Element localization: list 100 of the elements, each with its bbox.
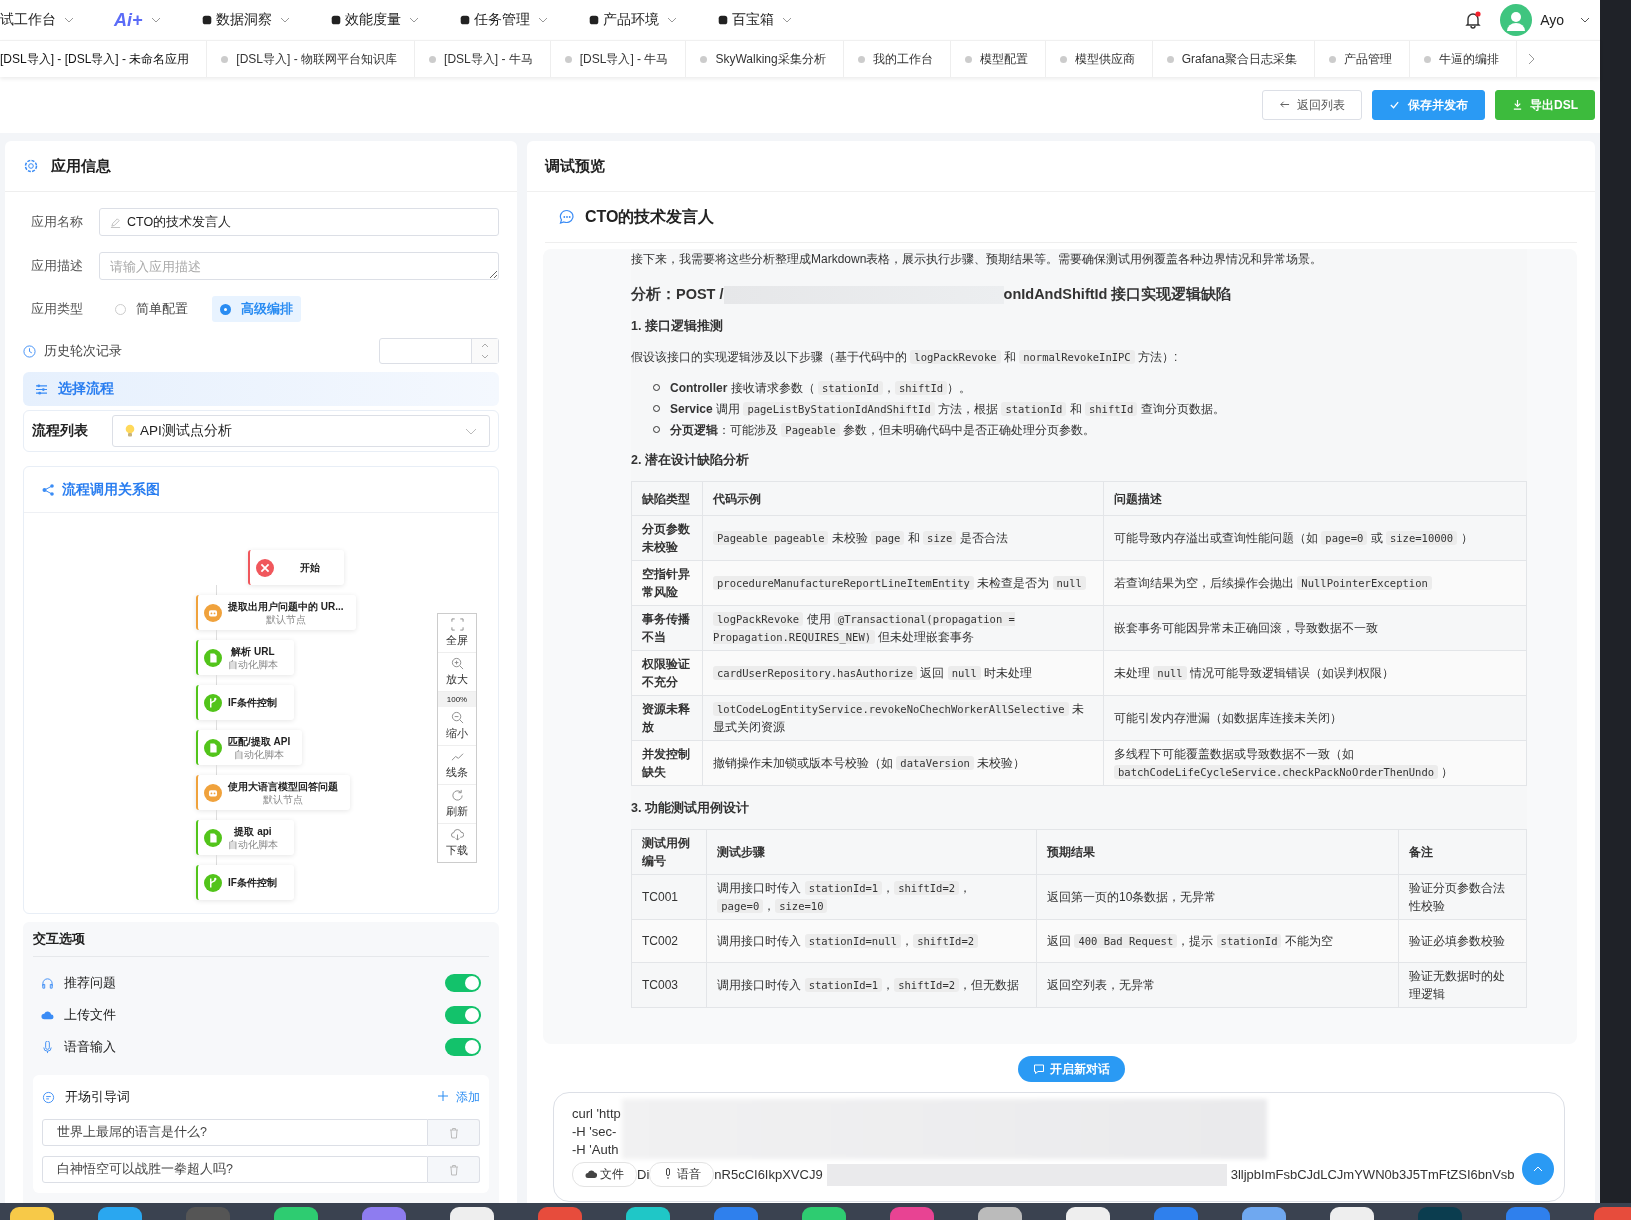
table-cell: 返回第一页的10条数据，无异常 (1036, 874, 1399, 920)
add-link[interactable]: 添加 (438, 1088, 480, 1106)
toggle-switch[interactable] (445, 1038, 481, 1056)
table-cell: cardUserRepository.hasAuthorize 返回 null 时未处理 (702, 650, 1104, 696)
flow-node[interactable]: IF条件控制 (196, 865, 294, 900)
radio-option[interactable]: 简单配置 (107, 296, 196, 322)
nav-menu-item[interactable]: 效能度量 (329, 11, 401, 29)
toggle-switch[interactable] (445, 974, 481, 992)
line-chart-icon (450, 750, 464, 763)
page-tab[interactable]: [DSL导入] - [DSL导入] - 未命名应用 (0, 41, 208, 77)
table-cell: logPackRevoke 使用 @Transactional(propagation = Propagation.REQUIRES_NEW) 但未处理嵌套事务 (702, 605, 1104, 651)
table-cell: 验证分页参数合法性校验 (1398, 874, 1527, 920)
menu-icon (329, 14, 342, 26)
section-title: 选择流程 (58, 380, 114, 398)
table-cell: 嵌套事务可能因异常未正确回滚，导致数据不一致 (1103, 605, 1527, 651)
cloud-download-icon (450, 828, 464, 841)
table-cell: 调用接口时传入 stationId=null ， shiftId=2 (706, 919, 1037, 963)
table-cell: 调用接口时传入 stationId=1 ， shiftId=2 ，但无数据 (706, 962, 1037, 1008)
node-subtitle: 自动化脚本 (228, 659, 278, 670)
chat-input[interactable]: curl 'http -H 'sec- -H 'Auth 文件 Di 语音 nR5cCI6IkpXVCJ9 3lljpbImFsbCJdLCJmYWN0b3J5TmFtZSI6bnVsb (553, 1092, 1565, 1202)
input-text: Di (637, 1165, 650, 1184)
column-header: 预期结果 (1036, 829, 1399, 875)
node-title: 使用大语言模型回答问题 (228, 780, 338, 794)
message-heading: 1. 接口逻辑推测 (631, 318, 724, 335)
message-heading: 2. 潜在设计缺陷分析 (631, 452, 750, 469)
robot-icon (204, 783, 222, 802)
script-icon (204, 648, 222, 667)
table-cell: 可能导致内存溢出或查询性能问题（如 page=0 或 size=10000 ） (1103, 515, 1527, 561)
node-subtitle: 自动化脚本 (228, 839, 278, 850)
branch-icon (204, 693, 222, 712)
node-title: 解析 URL (231, 645, 275, 659)
trash-icon (447, 1126, 460, 1139)
node-title: 提取 api (234, 825, 272, 839)
table-cell: 多线程下可能覆盖数据或导致数据不一致（如 batchCodeLifeCycleService.checkPackNoOrderThenUndo ） (1103, 740, 1527, 786)
logo[interactable]: Ai+ (114, 9, 143, 31)
opener-field[interactable]: 白神悟空可以战胜一拳超人吗? (42, 1156, 428, 1183)
graph-title: 流程调用关系图 (62, 480, 160, 499)
flow-node[interactable]: 提取出用户问题中的 UR... 默认节点 (196, 595, 356, 630)
table-cell: procedureManufactureReportLineItemEntity 未检查是否为 null (702, 560, 1104, 606)
chevron-up-icon[interactable] (480, 342, 490, 348)
robot-icon (204, 603, 222, 622)
plus-icon (438, 1090, 448, 1101)
input-text: 3lljpbImFsbCJdLCJmYWN0b3J5TmFtZSI6bnVsb (1230, 1165, 1515, 1184)
message-text: 接下来，我需要将这些分析整理成Markdown表格，展示执行步骤、预期结果等。需要确保测试用例覆盖各种边界情况和异常场景。 (631, 251, 1324, 268)
option-label: 推荐问题 (64, 974, 116, 992)
avatar[interactable] (1500, 4, 1533, 36)
list-item: 分页逻辑：可能涉及 Pageable 参数，但未明确代码中是否正确处理分页参数。 (670, 421, 1096, 439)
sliders-icon (35, 383, 48, 395)
number-field[interactable] (379, 338, 499, 364)
chat-icon (1032, 1062, 1045, 1075)
table-cell: lotCodeLogEntityService.revokeNoChechWorkerAllSelective 未显式关闭资源 (702, 695, 1104, 741)
nav-menu-item[interactable]: 任务管理 (458, 11, 530, 29)
node-title: 匹配/提取 API (228, 735, 291, 749)
nav-menu-item[interactable]: 百宝箱 (716, 11, 774, 29)
headset-icon (41, 976, 54, 990)
flow-node[interactable]: 提取 api 自动化脚本 (196, 820, 294, 855)
flow-node[interactable]: IF条件控制 (196, 685, 294, 720)
message-heading: 分析：POST / (631, 285, 724, 304)
column-header: 问题描述 (1103, 481, 1527, 516)
table-cell: 若查询结果为空，后续操作会抛出 NullPointerException (1103, 560, 1527, 606)
column-header: 代码示例 (702, 481, 1104, 516)
chat-title: CTO的技术发言人 (585, 206, 715, 227)
table-cell: 验证必填参数校验 (1398, 919, 1527, 963)
node-subtitle: 自动化脚本 (234, 749, 285, 760)
chevron-right-icon[interactable] (1527, 53, 1536, 65)
flow-node[interactable]: 使用大语言模型回答问题 默认节点 (196, 775, 350, 810)
chat-icon (42, 1090, 55, 1104)
file-button[interactable]: 文件 (572, 1162, 637, 1187)
input-text: -H 'sec- (572, 1123, 618, 1141)
message-heading: 3. 功能测试用例设计 (631, 800, 750, 817)
flow-select[interactable]: API测试点分析 (112, 415, 490, 447)
user-name[interactable]: Ayo (1540, 12, 1564, 28)
opener-field[interactable]: 世界上最屌的语言是什么? (42, 1119, 428, 1146)
message-text: 假设该接口的实现逻辑涉及以下步骤（基于代码中的 logPackRevoke 和 normalRevokeInIPC 方法）: (631, 349, 1179, 366)
input-text: curl 'http (572, 1105, 622, 1123)
node-subtitle: 默认节点 (265, 614, 306, 625)
voice-button[interactable]: 语音 (649, 1162, 715, 1187)
scroll-top-button[interactable] (1522, 1153, 1554, 1185)
caret-icon[interactable] (1580, 17, 1590, 23)
back-button[interactable]: 返回列表 (1261, 90, 1363, 120)
flow-node[interactable]: 解析 URL 自动化脚本 (196, 640, 294, 675)
input-text: -H 'Auth (572, 1141, 620, 1159)
chevron-down-icon[interactable] (480, 354, 490, 360)
nav-menu-item[interactable]: 试工作台 (0, 11, 56, 29)
flow-node[interactable]: 开始 (248, 550, 344, 585)
flow-node[interactable]: 匹配/提取 API 自动化脚本 (196, 730, 303, 765)
field-label: 应用描述 (30, 257, 84, 275)
table-cell: 并发控制缺失 (631, 740, 703, 786)
name-field[interactable]: CTO的技术发言人 (99, 208, 499, 236)
column-header: 测试步骤 (706, 829, 1037, 875)
chevron-up-icon (1533, 1166, 1543, 1172)
description-field[interactable]: 请输入应用描述 (99, 252, 499, 280)
caret-icon (465, 427, 477, 435)
section-title: 开场引导词 (65, 1088, 130, 1106)
toggle-switch[interactable] (445, 1006, 481, 1024)
nav-menu-item[interactable]: 产品环境 (587, 11, 659, 29)
table-cell: 可能引发内存泄漏（如数据库连接未关闭） (1103, 695, 1527, 741)
table-cell: 权限验证不充分 (631, 650, 703, 696)
bell-icon[interactable] (1464, 11, 1483, 29)
nav-menu-item[interactable]: 数据洞察 (200, 11, 272, 29)
